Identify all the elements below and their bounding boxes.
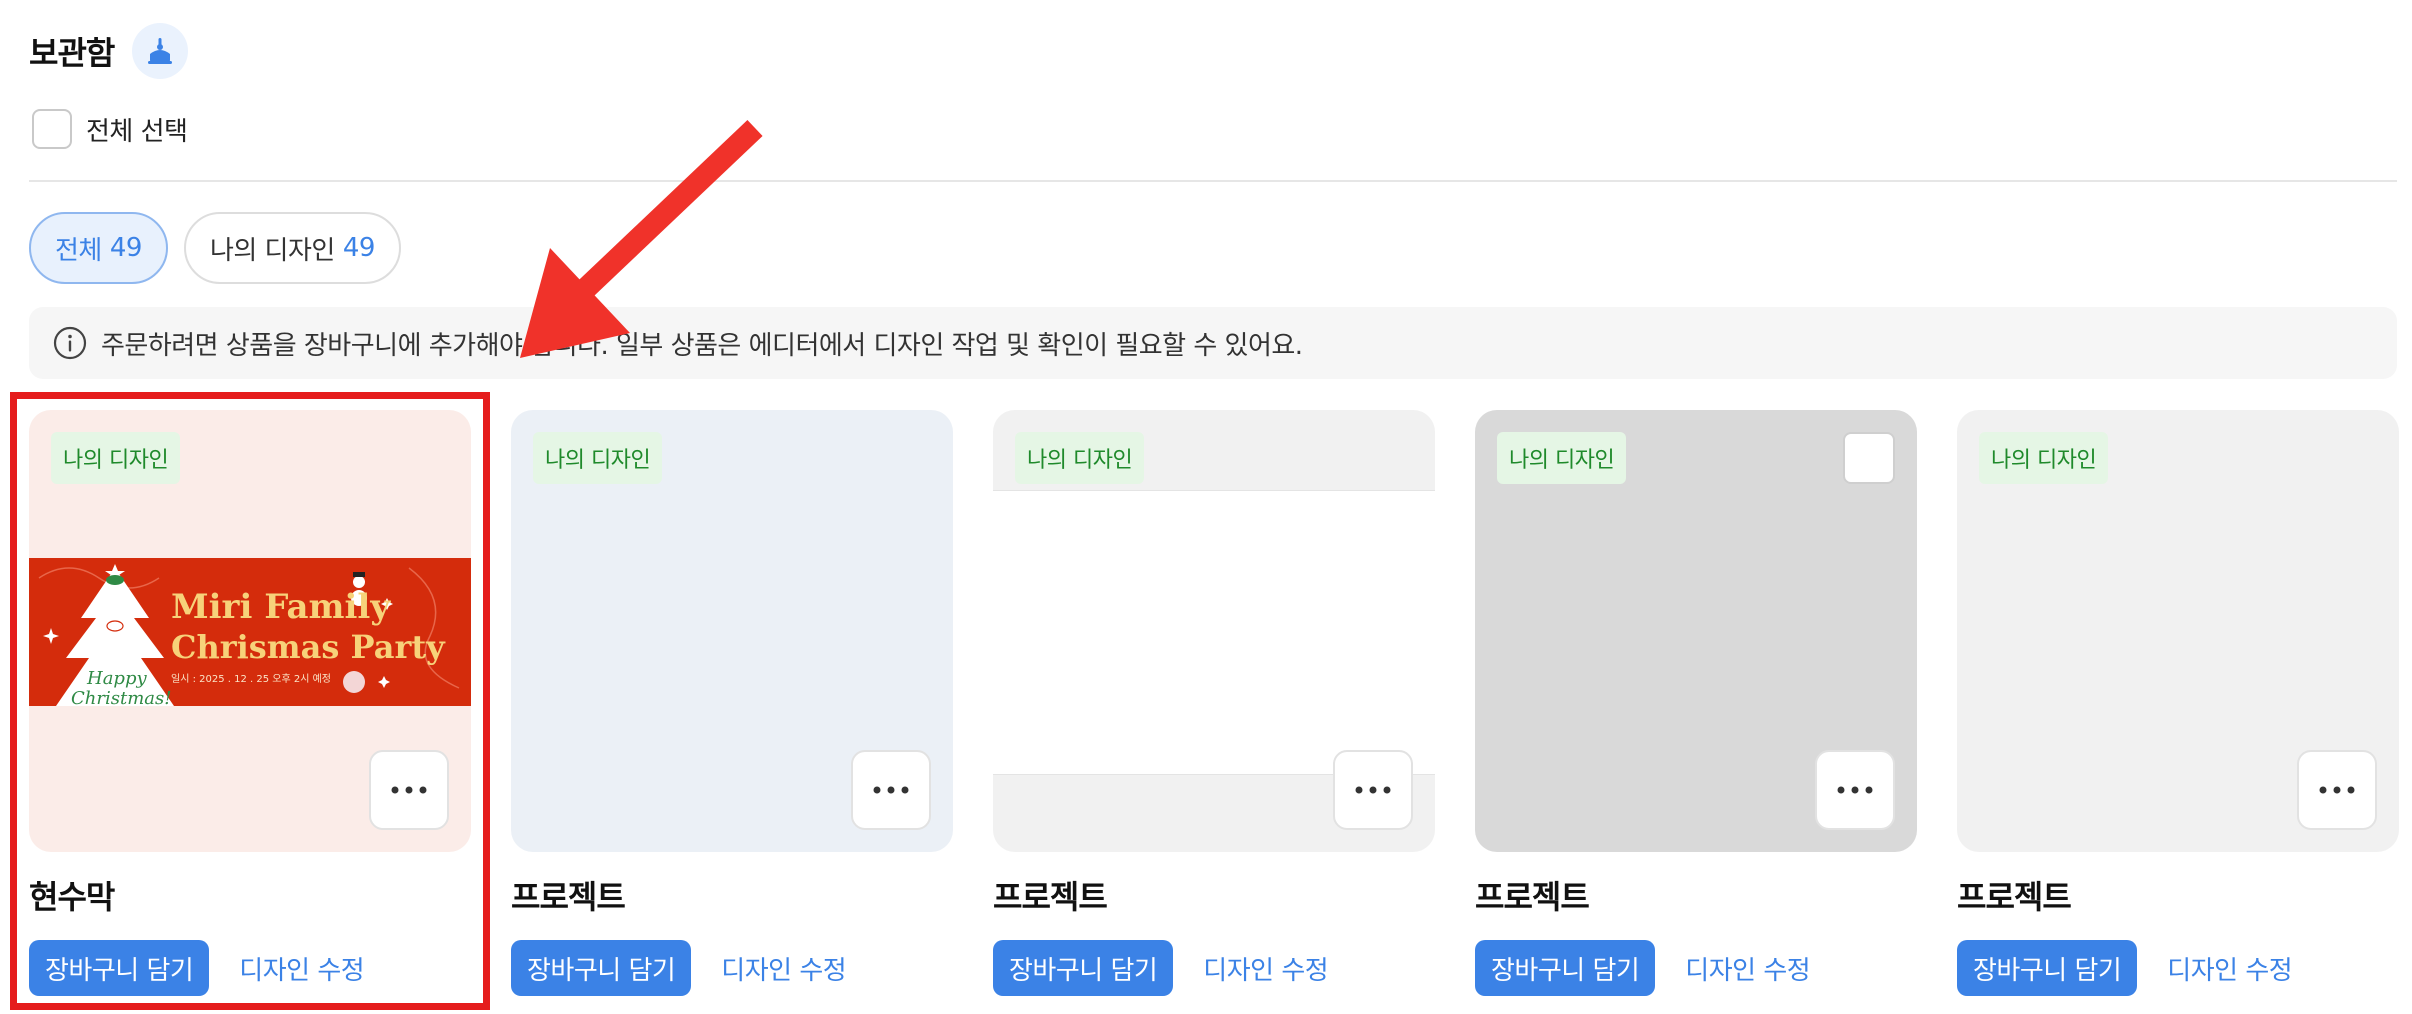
more-dots-icon	[1355, 786, 1391, 794]
edit-design-link[interactable]: 디자인 수정	[1203, 950, 1328, 987]
my-design-badge: 나의 디자인	[533, 432, 663, 484]
card-title: 프로젝트	[1475, 878, 1590, 916]
vault-tray-icon	[148, 38, 173, 64]
vault-button[interactable]	[132, 23, 189, 79]
blank-design-preview	[993, 490, 1435, 775]
card-title: 프로젝트	[511, 878, 626, 916]
card-thumbnail[interactable]: 나의 디자인	[1957, 410, 2399, 852]
card-title: 프로젝트	[993, 878, 1108, 916]
add-to-cart-button[interactable]: 장바구니 담기	[1475, 940, 1656, 996]
design-card: 나의 디자인 프로젝트 장바구니 담기 디자인 수정	[1475, 410, 1917, 996]
design-card: 나의 디자인 프로젝트 장바구니 담기 디자인 수정	[1957, 410, 2399, 996]
edit-design-link[interactable]: 디자인 수정	[2167, 950, 2292, 987]
page-header: 보관함	[29, 22, 189, 80]
filter-chips: 전체 49 나의 디자인 49	[29, 212, 401, 284]
filter-chip-label: 전체	[55, 235, 102, 266]
my-design-badge: 나의 디자인	[1497, 432, 1627, 484]
filter-chip-my-design[interactable]: 나의 디자인 49	[183, 212, 401, 284]
more-dots-icon	[1837, 786, 1873, 794]
filter-chip-label: 나의 디자인	[209, 235, 335, 266]
info-icon	[53, 326, 87, 360]
card-actions: 장바구니 담기 디자인 수정	[511, 940, 953, 996]
card-thumbnail[interactable]: 나의 디자인	[511, 410, 953, 852]
filter-chip-count: 49	[109, 233, 143, 263]
my-design-badge: 나의 디자인	[1979, 432, 2109, 484]
design-card: 나의 디자인 프로젝트 장바구니 담기 디자인 수정	[993, 410, 1435, 996]
card-thumbnail[interactable]: 나의 디자인	[1475, 410, 1917, 852]
edit-design-link[interactable]: 디자인 수정	[721, 950, 846, 987]
page-title: 보관함	[29, 34, 115, 72]
add-to-cart-button[interactable]: 장바구니 담기	[511, 940, 692, 996]
select-all[interactable]: 전체 선택	[32, 108, 188, 150]
add-to-cart-button[interactable]: 장바구니 담기	[1957, 940, 2138, 996]
more-options-button[interactable]	[2297, 750, 2377, 830]
more-dots-icon	[2319, 786, 2355, 794]
select-all-label: 전체 선택	[86, 116, 188, 147]
add-to-cart-button[interactable]: 장바구니 담기	[993, 940, 1174, 996]
more-options-button[interactable]	[851, 750, 931, 830]
divider	[29, 180, 2397, 182]
more-options-button[interactable]	[1815, 750, 1895, 830]
my-design-badge: 나의 디자인	[1015, 432, 1145, 484]
filter-chip-all[interactable]: 전체 49	[29, 212, 168, 284]
card-actions: 장바구니 담기 디자인 수정	[993, 940, 1435, 996]
edit-design-link[interactable]: 디자인 수정	[1685, 950, 1810, 987]
filter-chip-count: 49	[342, 233, 376, 263]
annotation-arrow-icon	[520, 120, 763, 358]
more-dots-icon	[873, 786, 909, 794]
card-select-checkbox[interactable]	[1843, 432, 1895, 484]
select-all-checkbox[interactable]	[32, 109, 72, 149]
design-card: 나의 디자인 프로젝트 장바구니 담기 디자인 수정	[511, 410, 953, 996]
more-options-button[interactable]	[1333, 750, 1413, 830]
info-notice: 주문하려면 상품을 장바구니에 추가해야 합니다. 일부 상품은 에디터에서 디…	[29, 307, 2397, 379]
highlight-box	[10, 392, 490, 1010]
card-thumbnail[interactable]: 나의 디자인	[993, 410, 1435, 852]
card-title: 프로젝트	[1957, 878, 2072, 916]
card-actions: 장바구니 담기 디자인 수정	[1475, 940, 1917, 996]
card-actions: 장바구니 담기 디자인 수정	[1957, 940, 2399, 996]
